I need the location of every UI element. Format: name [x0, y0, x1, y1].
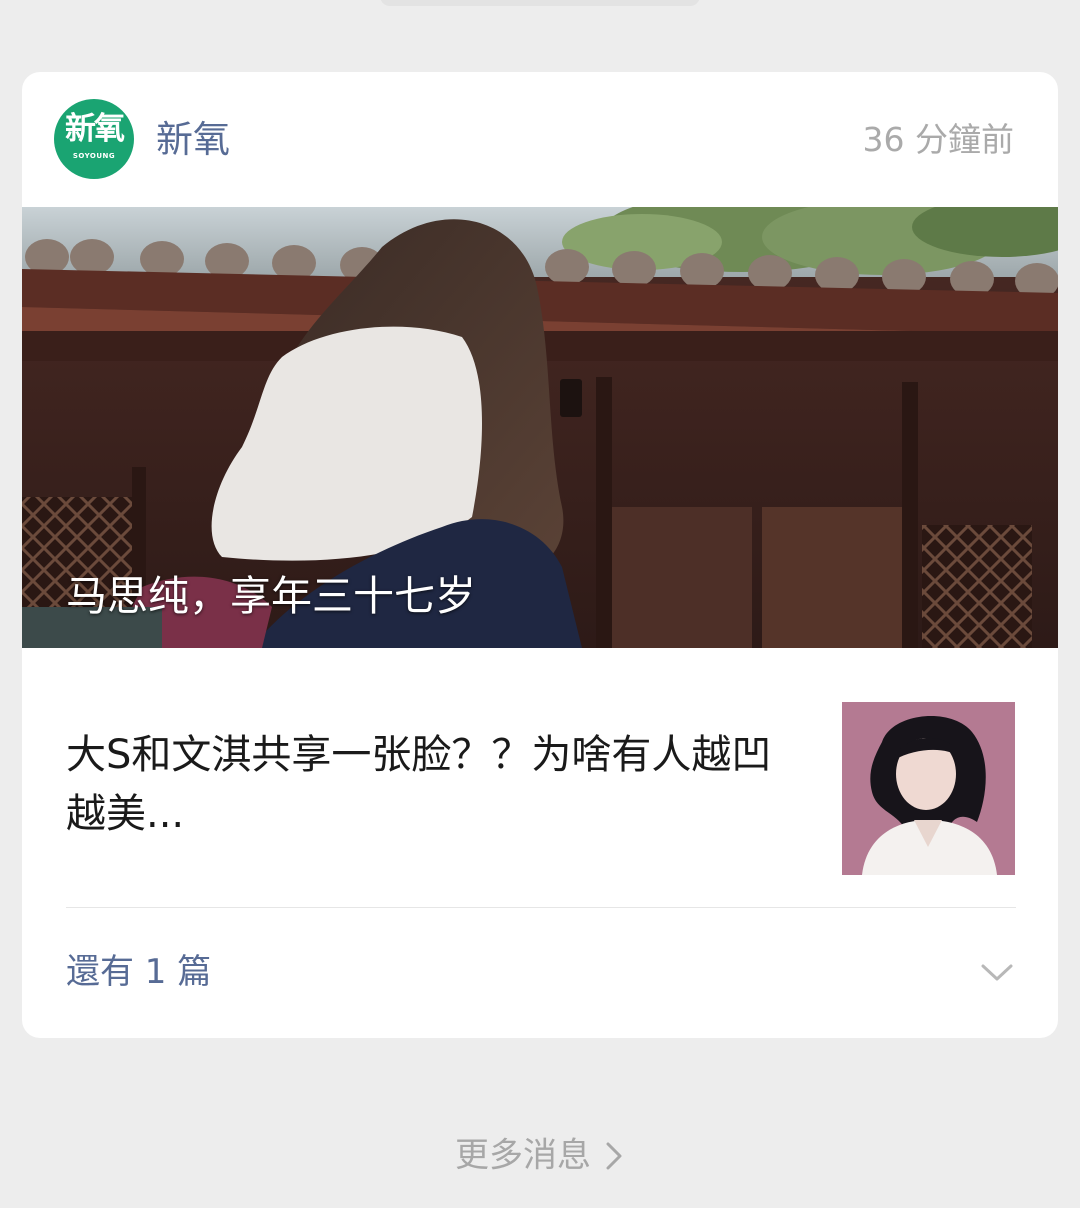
- top-handle: [380, 0, 700, 6]
- cover-article[interactable]: 马思纯，享年三十七岁: [22, 207, 1058, 648]
- chevron-down-icon[interactable]: [980, 958, 1014, 986]
- more-messages-label: 更多消息: [455, 1135, 591, 1176]
- official-account-message-card[interactable]: 新氧 SOYOUNG 新氧 36 分鐘前 马思纯，享年三十七岁 大S和文淇共享一…: [22, 72, 1058, 1038]
- article-title[interactable]: 大S和文淇共享一张脸？？为啥有人越凹越美...: [66, 726, 806, 844]
- cover-caption: 马思纯，享年三十七岁: [66, 572, 476, 620]
- card-header[interactable]: 新氧 SOYOUNG 新氧 36 分鐘前: [22, 72, 1058, 207]
- secondary-article[interactable]: 大S和文淇共享一张脸？？为啥有人越凹越美...: [22, 648, 1058, 908]
- message-timestamp: 36 分鐘前: [862, 120, 1014, 159]
- more-articles-row[interactable]: 還有 1 篇: [22, 908, 1058, 1038]
- chevron-right-icon: [606, 1142, 622, 1169]
- more-messages-button[interactable]: 更多消息: [0, 1128, 1080, 1180]
- more-articles-label[interactable]: 還有 1 篇: [66, 949, 211, 995]
- article-thumbnail: [842, 702, 1015, 875]
- account-name[interactable]: 新氧: [156, 117, 230, 163]
- account-avatar[interactable]: 新氧 SOYOUNG: [54, 99, 134, 179]
- logo-wordmark: 新氧: [65, 111, 125, 147]
- logo-subtext: SOYOUNG: [72, 152, 116, 160]
